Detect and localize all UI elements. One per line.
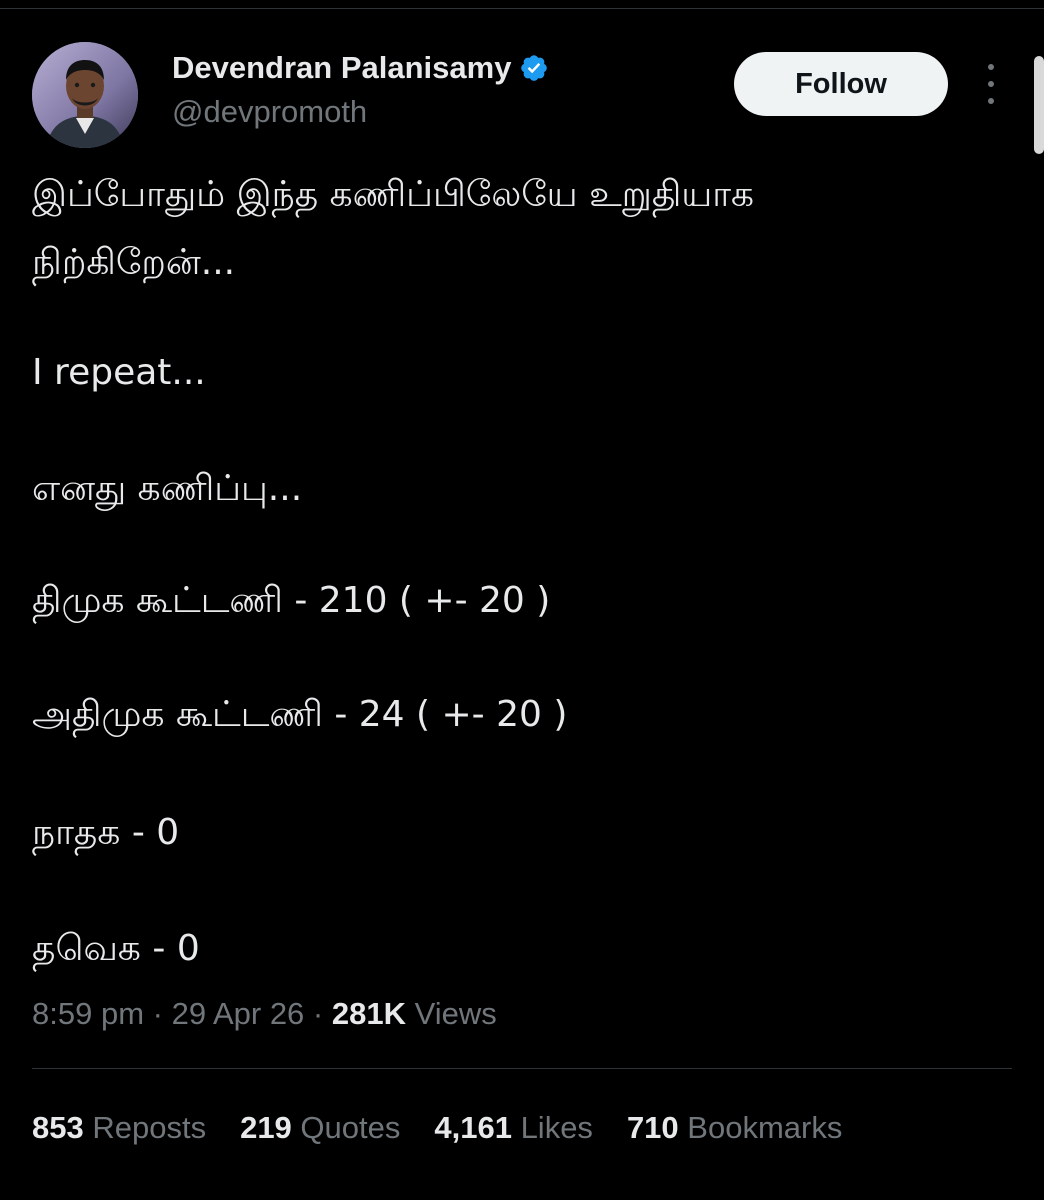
tweet-meta: 8:59 pm · 29 Apr 26 · 281K Views <box>32 996 497 1032</box>
views-label: Views <box>405 996 497 1031</box>
author-handle[interactable]: @devpromoth <box>172 94 367 130</box>
more-vertical-icon[interactable] <box>980 64 1002 104</box>
tweet-text-line: திமுக கூட்டணி - 210 ( +- 20 ) <box>32 580 551 621</box>
top-divider <box>0 8 1044 9</box>
engagement-stats: 853 Reposts 219 Quotes 4,161 Likes 710 B… <box>32 1110 842 1146</box>
quotes-stat[interactable]: 219 Quotes <box>240 1110 400 1146</box>
tweet-text-line: I repeat... <box>32 352 206 393</box>
quotes-count: 219 <box>240 1110 292 1145</box>
stats-divider <box>32 1068 1012 1069</box>
tweet-text-line: அதிமுக கூட்டணி - 24 ( +- 20 ) <box>32 694 568 735</box>
likes-stat[interactable]: 4,161 Likes <box>434 1110 593 1146</box>
tweet-date[interactable]: 29 Apr 26 <box>172 996 305 1031</box>
reposts-stat[interactable]: 853 Reposts <box>32 1110 206 1146</box>
likes-label: Likes <box>511 1110 593 1145</box>
follow-button[interactable]: Follow <box>734 52 948 116</box>
bookmarks-count: 710 <box>626 1110 679 1145</box>
scrollbar[interactable] <box>1030 52 1044 1200</box>
author-display-name[interactable]: Devendran Palanisamy <box>172 50 511 86</box>
meta-separator: · <box>304 996 332 1031</box>
tweet-text-line: தவெக - 0 <box>32 928 200 969</box>
likes-count: 4,161 <box>434 1110 512 1145</box>
bookmarks-label: Bookmarks <box>678 1110 843 1145</box>
reposts-label: Reposts <box>83 1110 207 1145</box>
verified-badge-icon <box>519 53 549 83</box>
tweet-text-line: எனது கணிப்பு... <box>32 468 303 509</box>
meta-separator: · <box>144 996 172 1031</box>
views-count: 281K <box>331 996 406 1031</box>
reposts-count: 853 <box>32 1110 84 1145</box>
bookmarks-stat[interactable]: 710 Bookmarks <box>627 1110 842 1146</box>
tweet-time[interactable]: 8:59 pm <box>32 996 144 1031</box>
author-name-row[interactable]: Devendran Palanisamy <box>172 50 549 86</box>
scrollbar-thumb[interactable] <box>1034 56 1044 154</box>
tweet-text-line: நிற்கிறேன்... <box>32 242 236 283</box>
avatar-image <box>32 42 138 148</box>
avatar[interactable] <box>32 42 138 148</box>
tweet-text-line: இப்போதும் இந்த கணிப்பிலேயே உறுதியாக <box>32 174 755 215</box>
tweet-text-line: நாதக - 0 <box>32 812 180 853</box>
quotes-label: Quotes <box>291 1110 401 1145</box>
